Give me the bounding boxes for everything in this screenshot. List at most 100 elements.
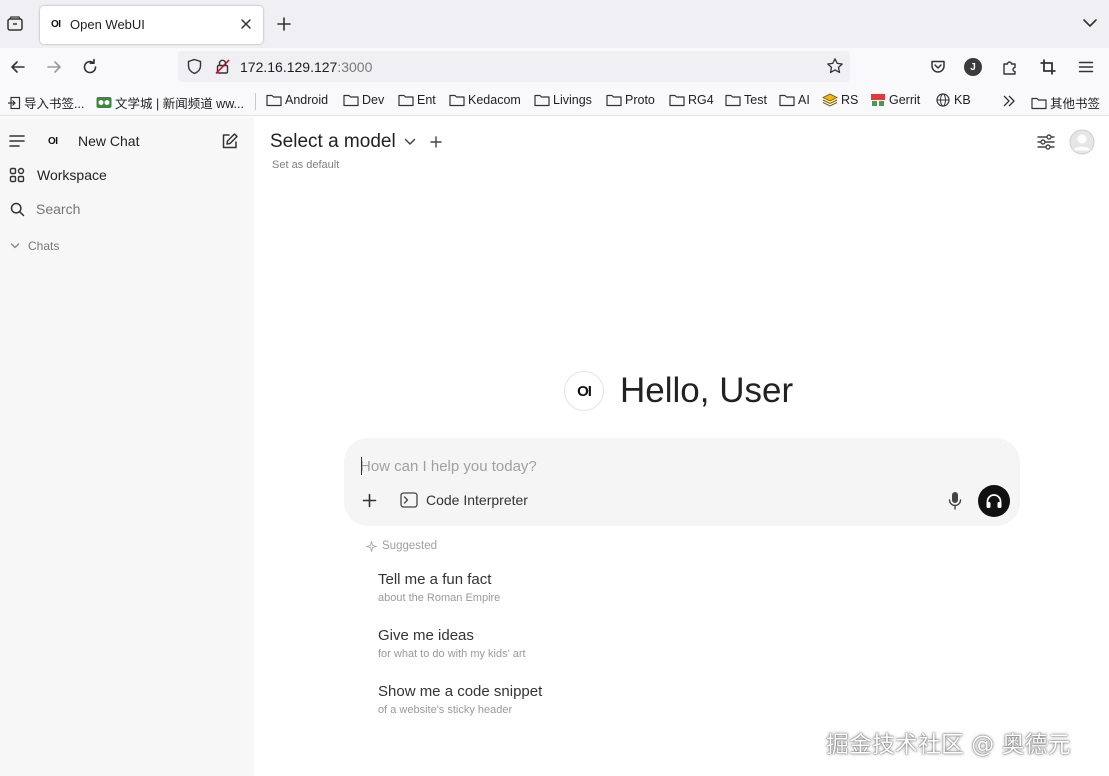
bookmark-label: Android bbox=[285, 93, 329, 107]
user-avatar-icon[interactable] bbox=[1069, 129, 1095, 155]
bookmark-wenxuecheng[interactable]: 文学城 | 新闻频道 ww... bbox=[96, 93, 244, 112]
suggested-heading: Suggested bbox=[366, 540, 437, 552]
bookmark-label: Dev bbox=[362, 93, 385, 107]
bookmark-folder-proto[interactable]: Proto bbox=[606, 93, 655, 107]
suggestion-title: Show me a code snippet bbox=[378, 683, 543, 700]
main-panel: Select a model Set as default OI Hello, … bbox=[254, 117, 1109, 776]
bookmark-folder-android[interactable]: Android bbox=[266, 93, 328, 107]
suggestion-item[interactable]: Show me a code snippet of a website's st… bbox=[378, 683, 542, 716]
workspace-item[interactable]: Workspace bbox=[9, 167, 107, 183]
greeting-text: Hello, User bbox=[620, 371, 794, 410]
bookmark-label: KB bbox=[954, 93, 971, 107]
bookmark-folder-ai[interactable]: AI bbox=[779, 93, 810, 107]
tab-title: Open WebUI bbox=[70, 17, 145, 32]
suggestion-item[interactable]: Tell me a fun fact about the Roman Empir… bbox=[378, 571, 500, 604]
folder-icon bbox=[343, 94, 359, 107]
account-avatar[interactable]: J bbox=[964, 58, 982, 76]
openwebui-logo: OI bbox=[564, 371, 604, 411]
model-selector[interactable]: Select a model bbox=[270, 131, 442, 153]
openwebui-logo: OI bbox=[48, 135, 58, 147]
tab-list-icon[interactable] bbox=[6, 15, 24, 33]
reload-icon[interactable] bbox=[81, 58, 99, 76]
bookmark-label: Gerrit bbox=[889, 93, 921, 107]
browser-nav-bar: 172.16.129.127:3000 J bbox=[0, 48, 1109, 86]
chats-group-toggle[interactable]: Chats bbox=[10, 239, 59, 253]
forward-arrow-icon[interactable] bbox=[45, 58, 63, 76]
crop-screenshot-icon[interactable] bbox=[1039, 58, 1057, 76]
suggestion-subtitle: for what to do with my kids' art bbox=[378, 648, 526, 660]
bookmark-star-icon[interactable] bbox=[826, 57, 844, 75]
folder-icon bbox=[398, 94, 414, 107]
bookmark-folder-other[interactable]: 其他书签 bbox=[1031, 93, 1100, 112]
insecure-lock-icon[interactable] bbox=[214, 58, 231, 75]
bookmark-folder-livings[interactable]: Livings bbox=[534, 93, 592, 107]
chevron-down-icon[interactable] bbox=[1083, 18, 1097, 28]
bookmark-folder-kedacom[interactable]: Kedacom bbox=[449, 93, 521, 107]
folder-icon bbox=[534, 94, 550, 107]
chevron-down-icon bbox=[404, 138, 415, 145]
close-icon[interactable] bbox=[239, 17, 253, 31]
bookmark-label: AI bbox=[798, 93, 810, 107]
model-selector-label: Select a model bbox=[270, 131, 396, 152]
bookmark-label: Kedacom bbox=[468, 93, 521, 107]
bookmark-label: RS bbox=[841, 93, 859, 107]
suggestion-item[interactable]: Give me ideas for what to do with my kid… bbox=[378, 627, 526, 660]
rs-layers-icon bbox=[822, 93, 838, 107]
bookmark-label: 导入书签... bbox=[24, 97, 85, 111]
url-port: :3000 bbox=[337, 59, 373, 75]
sparkle-icon bbox=[366, 540, 377, 552]
code-interpreter-label: Code Interpreter bbox=[426, 492, 528, 508]
suggestion-subtitle: about the Roman Empire bbox=[378, 592, 501, 604]
bookmark-kb[interactable]: KB bbox=[935, 93, 971, 107]
chevron-down-icon bbox=[10, 243, 20, 249]
sidebar-toggle-icon[interactable] bbox=[8, 133, 26, 149]
set-as-default-link[interactable]: Set as default bbox=[272, 159, 339, 171]
folder-icon bbox=[725, 94, 741, 107]
bookmark-label: 文学城 | 新闻频道 ww... bbox=[115, 97, 244, 111]
url-host: 172.16.129.127 bbox=[240, 59, 338, 75]
voice-mode-button[interactable] bbox=[978, 485, 1010, 517]
bookmark-separator bbox=[255, 93, 256, 110]
bookmark-folder-rg4[interactable]: RG4 bbox=[669, 93, 714, 107]
chat-input[interactable] bbox=[360, 456, 980, 476]
browser-tab-active[interactable]: OI Open WebUI bbox=[40, 6, 263, 44]
bookmark-import[interactable]: 导入书签... bbox=[7, 93, 84, 112]
site-favicon-icon bbox=[96, 96, 112, 108]
bookmark-folder-dev[interactable]: Dev bbox=[343, 93, 384, 107]
bookmark-label: 其他书签 bbox=[1050, 97, 1101, 111]
add-model-plus-icon[interactable] bbox=[429, 136, 442, 148]
attach-plus-icon[interactable] bbox=[362, 493, 377, 508]
bookmark-label: RG4 bbox=[688, 93, 714, 107]
import-icon bbox=[8, 96, 21, 109]
bookmark-label: Test bbox=[744, 93, 767, 107]
suggested-label: Suggested bbox=[382, 540, 437, 552]
terminal-icon bbox=[400, 492, 418, 508]
globe-icon bbox=[936, 93, 950, 107]
hamburger-menu-icon[interactable] bbox=[1077, 58, 1095, 76]
bookmarks-toolbar: 导入书签... 文学城 | 新闻频道 ww... Android Dev Ent… bbox=[0, 86, 1109, 116]
compose-pencil-icon[interactable] bbox=[220, 132, 239, 151]
new-chat-label: New Chat bbox=[78, 133, 140, 149]
bookmark-folder-ent[interactable]: Ent bbox=[398, 93, 436, 107]
bookmark-gerrit[interactable]: Gerrit bbox=[870, 93, 920, 107]
code-interpreter-toggle[interactable]: Code Interpreter bbox=[400, 492, 528, 508]
chevrons-right-icon[interactable] bbox=[1002, 95, 1016, 107]
back-arrow-icon[interactable] bbox=[9, 58, 27, 76]
bookmark-folder-test[interactable]: Test bbox=[725, 93, 767, 107]
new-tab-plus-icon[interactable] bbox=[276, 16, 292, 32]
extensions-puzzle-icon[interactable] bbox=[1001, 58, 1019, 76]
bookmark-rs[interactable]: RS bbox=[822, 93, 858, 107]
sidebar-search[interactable] bbox=[10, 201, 216, 217]
bookmark-label: Ent bbox=[417, 93, 436, 107]
browser-tab-bar: OI Open WebUI bbox=[0, 0, 1109, 48]
url-bar[interactable]: 172.16.129.127:3000 bbox=[178, 51, 850, 82]
chats-label: Chats bbox=[28, 239, 60, 253]
pocket-icon[interactable] bbox=[929, 58, 947, 76]
settings-sliders-icon[interactable] bbox=[1036, 133, 1056, 151]
new-chat-button[interactable]: OI New Chat bbox=[48, 133, 139, 149]
suggestion-title: Give me ideas bbox=[378, 627, 474, 644]
microphone-icon[interactable] bbox=[947, 491, 963, 511]
shield-icon[interactable] bbox=[186, 58, 203, 75]
search-input[interactable] bbox=[36, 201, 216, 217]
folder-icon bbox=[449, 94, 465, 107]
